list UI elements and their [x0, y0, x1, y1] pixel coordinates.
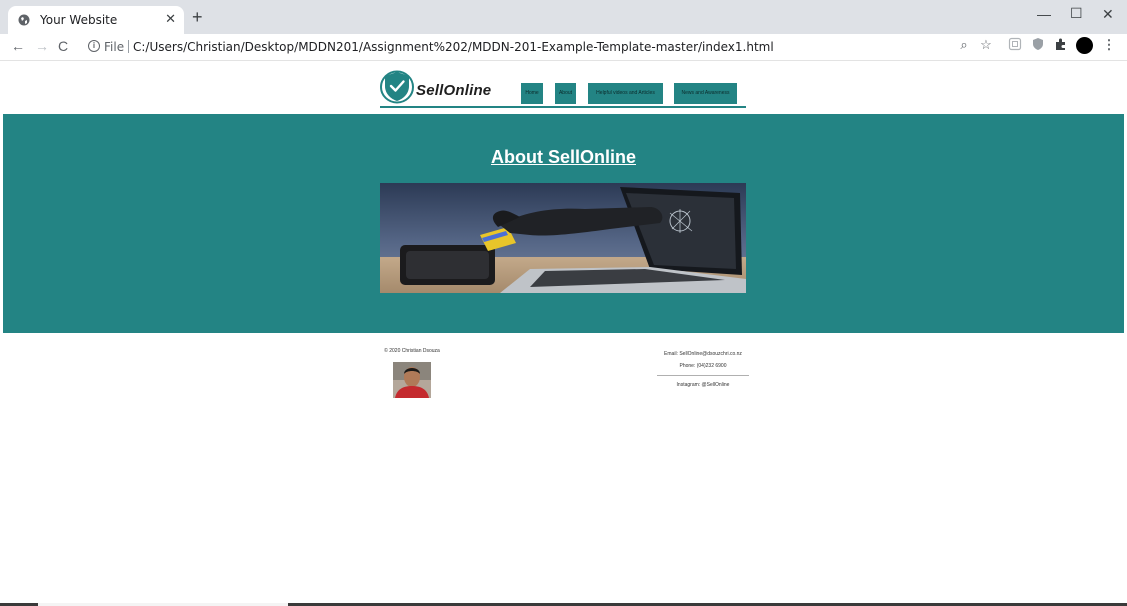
new-tab-icon[interactable]: + [192, 8, 203, 26]
globe-icon [18, 14, 30, 26]
browser-toolbar: ← → C i File C:/Users/Christian/Desktop/… [0, 34, 1127, 61]
nav-about[interactable]: About [555, 83, 576, 104]
copyright-text: © 2020 Christian Dsouza [384, 348, 440, 354]
shield-check-logo-icon[interactable] [380, 68, 414, 104]
footer-left: © 2020 Christian Dsouza [374, 348, 450, 398]
tab-strip: Your Website ✕ + — ☐ ✕ [0, 0, 1127, 34]
contact-instagram[interactable]: Instagram: @SellOnline [655, 379, 751, 391]
url-text[interactable]: C:/Users/Christian/Desktop/MDDN201/Assig… [133, 40, 774, 54]
contact-phone: Phone: (04)232 6900 [679, 363, 727, 369]
site-header: SellOnline Home About Helpful videos and… [380, 68, 746, 108]
omnibox-separator [128, 40, 129, 53]
info-icon[interactable]: i [88, 40, 100, 52]
address-bar[interactable]: i File C:/Users/Christian/Desktop/MDDN20… [82, 35, 1000, 59]
window-close-icon[interactable]: ✕ [1102, 6, 1114, 23]
tab-title: Your Website [40, 13, 118, 27]
footer-divider [657, 375, 749, 376]
star-icon[interactable]: ☆ [978, 37, 994, 53]
tab-close-icon[interactable]: ✕ [165, 11, 176, 27]
zoom-icon[interactable]: ⌕ [956, 37, 972, 53]
hero-section: About SellOnline [3, 114, 1124, 333]
nav-home[interactable]: Home [521, 83, 543, 104]
footer-contact: Email: SellOnline@dsouzchri.co.nz Phone:… [655, 348, 751, 391]
minimize-icon[interactable]: — [1037, 6, 1051, 22]
arrow-right-icon[interactable]: → [35, 38, 49, 54]
shield-extension-icon[interactable] [1030, 37, 1046, 53]
reload-icon[interactable]: C [58, 38, 68, 54]
arrow-left-icon[interactable]: ← [11, 38, 25, 54]
scheme-label: File [104, 40, 125, 54]
more-vertical-icon[interactable]: ⋮ [1101, 37, 1117, 53]
maximize-icon[interactable]: ☐ [1070, 5, 1083, 22]
profile-avatar-icon[interactable] [1076, 37, 1093, 54]
nav-helpful-videos[interactable]: Helpful videos and Articles [588, 83, 663, 104]
author-photo [393, 362, 431, 398]
hero-image [380, 183, 746, 293]
page-title: About SellOnline [490, 147, 636, 167]
browser-tab[interactable]: Your Website ✕ [8, 6, 184, 34]
puzzle-icon[interactable] [1053, 37, 1069, 53]
extension-icon-1[interactable] [1007, 37, 1023, 53]
contact-email[interactable]: Email: SellOnline@dsouzchri.co.nz [655, 348, 751, 360]
nav-news[interactable]: News and Awareness [674, 83, 737, 104]
logo-text[interactable]: SellOnline [416, 82, 491, 99]
